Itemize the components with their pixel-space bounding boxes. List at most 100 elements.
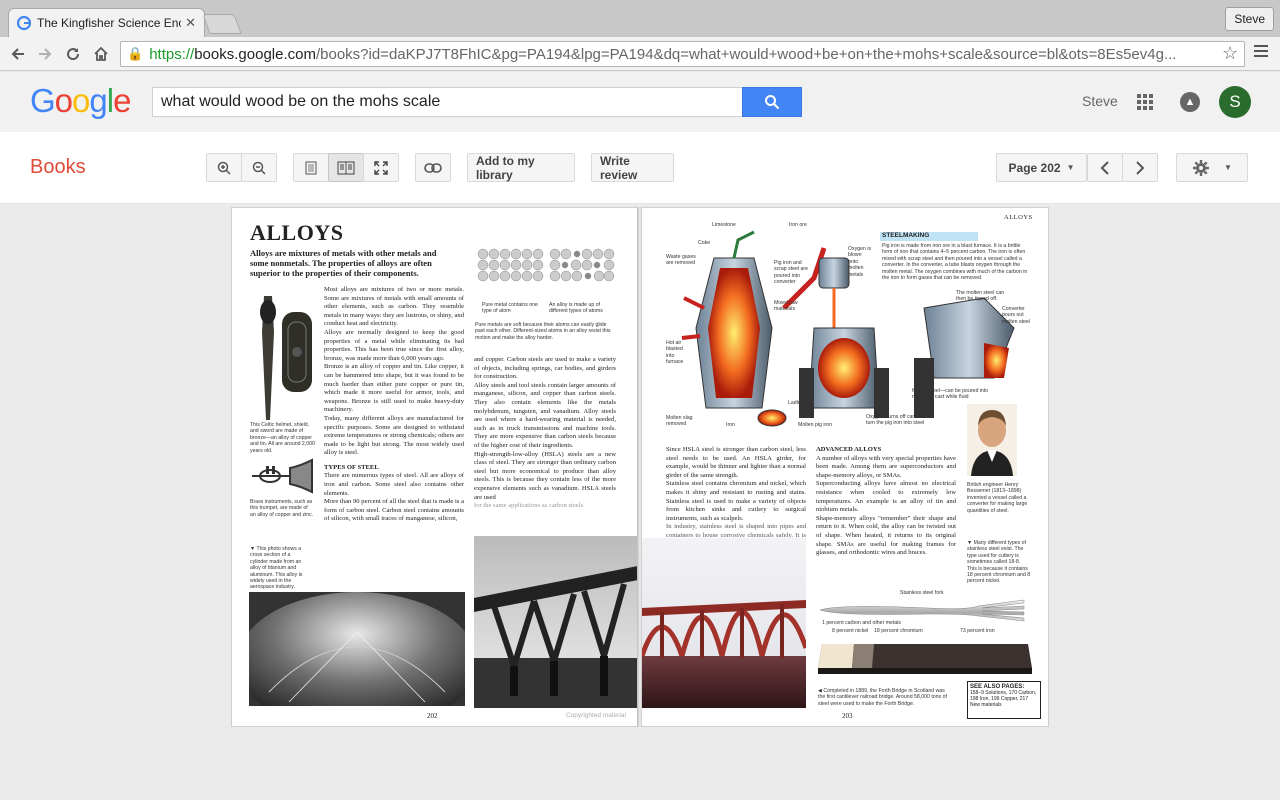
zoom-out-icon xyxy=(252,161,266,175)
nickel-caption: 8 percent nickel xyxy=(832,628,869,634)
notifications-icon[interactable]: ▲ xyxy=(1180,92,1200,112)
page-select-label: Page 202 xyxy=(1008,160,1061,175)
home-icon[interactable] xyxy=(89,42,113,66)
paragraph: Since HSLA steel is stronger than carbon… xyxy=(666,446,806,479)
paragraph: Alloy steels and tool steels contain lar… xyxy=(474,381,616,449)
helmet-caption: This Celtic helmet, shield, and sword ar… xyxy=(250,422,315,454)
browser-titlebar: The Kingfisher Science Enc ✕ Steve xyxy=(0,0,1280,37)
zoom-in-icon xyxy=(217,161,231,175)
google-favicon-icon xyxy=(17,16,31,30)
fork-illustration xyxy=(819,599,1025,622)
account-name[interactable]: Steve xyxy=(1082,93,1118,109)
paragraph: More than 90 percent of all the steel th… xyxy=(324,498,464,523)
iron-caption: 73 percent iron xyxy=(960,628,995,634)
google-header: Google what would wood be on the mohs sc… xyxy=(0,72,1280,132)
forth-bridge-photo xyxy=(642,538,806,708)
next-page-button[interactable] xyxy=(1122,153,1158,182)
google-logo[interactable]: Google xyxy=(30,82,131,120)
titanium-cross-section-image xyxy=(249,592,465,706)
right-column-2: ADVANCED ALLOYS A number of alloys with … xyxy=(816,446,956,558)
link-icon xyxy=(424,162,442,173)
two-page-button[interactable] xyxy=(328,153,364,182)
lock-icon: 🔒 xyxy=(127,46,144,61)
label-tipped: The molten steel can then be tipped off. xyxy=(956,290,1005,303)
steel-composition-bar xyxy=(818,644,1032,674)
page-select[interactable]: Page 202 ▼ xyxy=(996,153,1087,182)
pure-metal-caption: Pure metal contains one type of atom xyxy=(482,302,538,315)
label-oxygen-blown: Oxygen is blown onto molten metals xyxy=(848,246,872,278)
bookmark-star-icon[interactable]: ☆ xyxy=(1222,43,1238,64)
trumpet-caption: Brass instruments, such as this trumpet,… xyxy=(250,499,314,518)
url-scheme: https:// xyxy=(149,45,195,63)
tab-title: The Kingfisher Science Enc xyxy=(37,16,182,30)
label-iron: Iron xyxy=(726,422,735,428)
zoom-in-button[interactable] xyxy=(206,153,242,182)
trumpet-image xyxy=(252,458,313,494)
chevron-down-icon: ▼ xyxy=(1066,163,1075,172)
stainless-types-caption: ▼ Many different types of stainless stee… xyxy=(967,540,1031,585)
write-review-button[interactable]: Write review xyxy=(591,153,674,182)
left-column-2: and copper. Carbon steels are used to ma… xyxy=(474,356,616,511)
previous-page-button[interactable] xyxy=(1087,153,1123,182)
subheading: ADVANCED ALLOYS xyxy=(816,446,882,453)
page-number: 202 xyxy=(427,712,438,720)
label-iron-ore: Iron ore xyxy=(789,222,807,228)
new-tab-button[interactable] xyxy=(202,14,242,34)
settings-chevron-down-icon: ▼ xyxy=(1224,163,1232,172)
add-to-library-button[interactable]: Add to my library xyxy=(467,153,575,182)
cylinder-caption: ▼ This photo shows a cross section of a … xyxy=(250,546,303,591)
browser-tab[interactable]: The Kingfisher Science Enc ✕ xyxy=(8,8,205,37)
reload-icon[interactable] xyxy=(61,42,85,66)
two-page-icon xyxy=(337,161,355,174)
bridge-photo-left xyxy=(474,536,638,708)
label-molten-pig-iron: Molten pig iron xyxy=(798,422,833,428)
paragraph: Bronze is an alloy of copper and tin. Li… xyxy=(324,363,464,414)
single-page-button[interactable] xyxy=(293,153,329,182)
forward-icon[interactable] xyxy=(33,42,57,66)
label-limestone: Limestone xyxy=(712,222,736,228)
link-button[interactable] xyxy=(415,153,451,182)
chrome-menu-icon[interactable] xyxy=(1254,45,1268,60)
label-molds: Molten steel—can be poured into molds, o… xyxy=(912,388,989,401)
search-input[interactable]: what would wood be on the mohs scale xyxy=(152,87,744,117)
left-column-1: Most alloys are mixtures of two or more … xyxy=(324,286,464,524)
apps-grid-icon[interactable] xyxy=(1137,94,1153,110)
paragraph: Shape-memory alloys "remember" their sha… xyxy=(816,514,956,557)
subheading: TYPES OF STEEL xyxy=(324,463,379,471)
books-title[interactable]: Books xyxy=(30,156,86,179)
close-tab-icon[interactable]: ✕ xyxy=(185,15,196,31)
address-bar[interactable]: 🔒 https://books.google.com/books?id=daKP… xyxy=(120,41,1245,67)
copyright-notice: Copyrighted material xyxy=(566,712,626,719)
see-also-text: 158–9 Solutions, 170 Carbon, 198 Iron, 1… xyxy=(970,690,1037,708)
book-page-203: ALLOYS STEELMAKING Pig iron is made from… xyxy=(641,207,1049,727)
page-heading: ALLOYS xyxy=(250,220,344,245)
label-coke: Coke xyxy=(698,240,711,246)
zoom-out-button[interactable] xyxy=(241,153,277,182)
profile-button[interactable]: Steve xyxy=(1225,7,1274,31)
intro-text: Alloys are mixtures of metals with other… xyxy=(250,248,437,278)
label-hot-air: Hot air blasted into furnace xyxy=(666,340,684,366)
settings-button[interactable]: ▼ xyxy=(1176,153,1248,182)
back-icon[interactable] xyxy=(6,42,30,66)
fullscreen-button[interactable] xyxy=(363,153,399,182)
paragraph: Most alloys are mixtures of two or more … xyxy=(324,286,464,328)
books-toolbar: Books Add to my library Write review Pag… xyxy=(0,132,1280,204)
gear-icon xyxy=(1193,159,1210,176)
paragraph: Stainless steel contains chromium and ni… xyxy=(666,480,806,522)
search-button[interactable] xyxy=(742,87,802,117)
label-mixed-raw: Mixed raw materials xyxy=(774,300,798,313)
avatar[interactable]: S xyxy=(1219,86,1251,118)
bessemer-portrait xyxy=(967,404,1017,476)
label-converter: Converter pours out molten steel xyxy=(1002,306,1030,325)
fullscreen-icon xyxy=(374,160,388,175)
bessemer-caption: British engineer Henry Bessemer (1813–18… xyxy=(967,482,1028,514)
chevron-left-icon xyxy=(1100,160,1109,175)
soft-metals-caption: Pure metals are soft because their atoms… xyxy=(475,322,611,341)
alloy-atoms-caption: An alloy is made up of different types o… xyxy=(549,302,603,315)
single-page-icon xyxy=(305,161,317,174)
book-page-202: ALLOYS Alloys are mixtures of metals wit… xyxy=(231,207,639,727)
book-viewer[interactable]: ALLOYS Alloys are mixtures of metals wit… xyxy=(0,204,1280,800)
search-icon xyxy=(765,95,780,110)
carbon-caption: 1 percent carbon and other metals xyxy=(822,620,902,626)
label-waste-gases: Waste gases are removed xyxy=(666,254,696,267)
